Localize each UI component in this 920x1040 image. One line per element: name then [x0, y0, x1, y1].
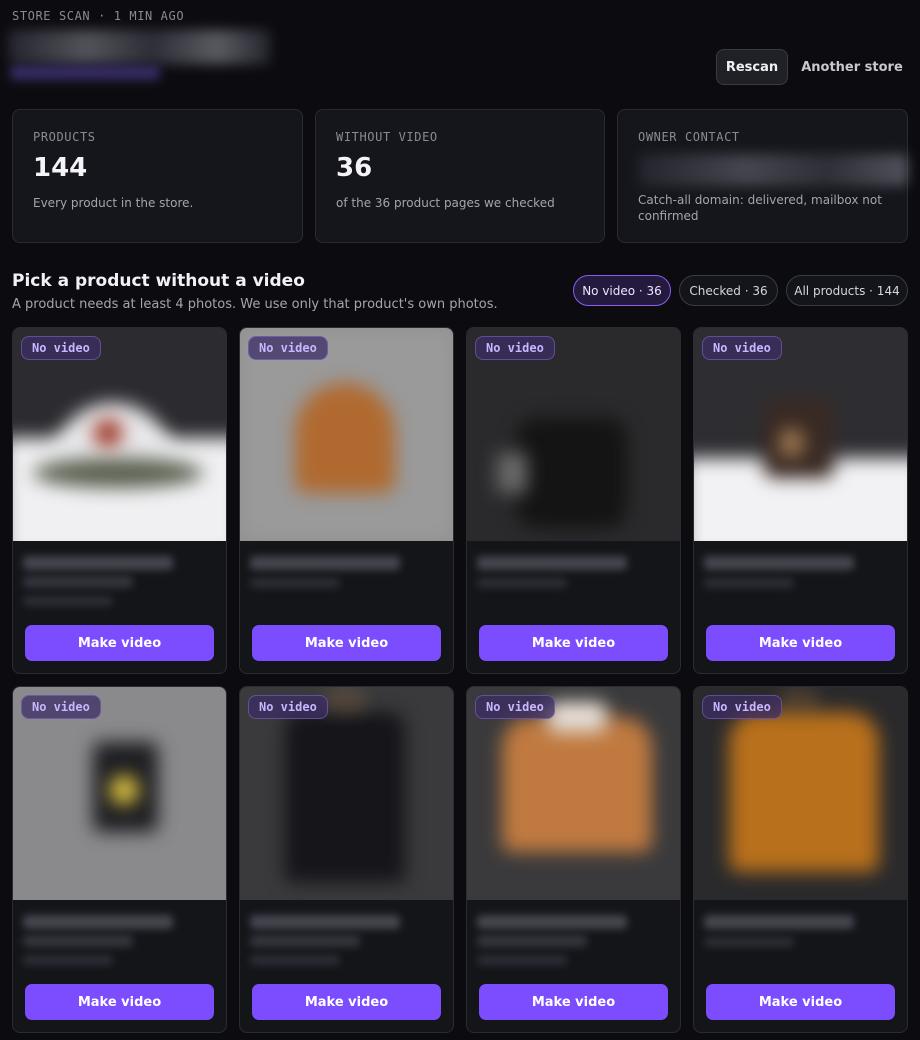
no-video-badge: No video — [248, 695, 328, 719]
no-video-badge: No video — [702, 695, 782, 719]
make-video-button[interactable]: Make video — [479, 984, 668, 1020]
make-video-button[interactable]: Make video — [252, 625, 441, 661]
stat-card-owner-contact: OWNER CONTACT Catch-all domain: delivere… — [617, 109, 908, 243]
no-video-badge: No video — [475, 695, 555, 719]
stat-label: PRODUCTS — [33, 130, 96, 144]
product-title-redacted — [250, 915, 400, 929]
product-price-redacted — [23, 955, 113, 965]
product-card: No video Make video — [239, 686, 454, 1033]
product-price-redacted — [704, 578, 794, 588]
product-title-redacted — [23, 576, 133, 588]
product-price-redacted — [23, 596, 113, 606]
stat-label: OWNER CONTACT — [638, 130, 740, 144]
stat-description: Catch-all domain: delivered, mailbox not… — [638, 193, 882, 223]
product-title-redacted — [23, 935, 133, 947]
product-title-redacted — [704, 915, 854, 929]
no-video-badge: No video — [702, 336, 782, 360]
stat-label: WITHOUT VIDEO — [336, 130, 438, 144]
scan-status: STORE SCAN · 1 MIN AGO — [12, 9, 185, 23]
product-title-redacted — [23, 556, 173, 570]
filter-checked[interactable]: Checked · 36 — [679, 275, 778, 306]
product-card: No video Make video — [466, 327, 681, 674]
another-store-button[interactable]: Another store — [798, 49, 906, 85]
no-video-badge: No video — [248, 336, 328, 360]
product-title-redacted — [477, 556, 627, 570]
make-video-button[interactable]: Make video — [706, 625, 895, 661]
make-video-button[interactable]: Make video — [706, 984, 895, 1020]
store-url-redacted[interactable] — [10, 66, 160, 80]
product-title-redacted — [250, 556, 400, 570]
product-price-redacted — [250, 578, 340, 588]
product-card: No video Make video — [239, 327, 454, 674]
section-subtitle: A product needs at least 4 photos. We us… — [12, 297, 498, 312]
stat-card-products: PRODUCTS 144 Every product in the store. — [12, 109, 303, 243]
stat-card-without-video: WITHOUT VIDEO 36 of the 36 product pages… — [315, 109, 605, 243]
stat-value: 36 — [336, 153, 373, 183]
filter-all-products[interactable]: All products · 144 — [786, 275, 908, 306]
product-card: No video Make video — [693, 327, 908, 674]
no-video-badge: No video — [475, 336, 555, 360]
store-name-redacted — [8, 30, 270, 64]
product-price-redacted — [477, 955, 567, 965]
make-video-button[interactable]: Make video — [479, 625, 668, 661]
section-title: Pick a product without a video — [12, 271, 305, 291]
make-video-button[interactable]: Make video — [25, 625, 214, 661]
product-price-redacted — [704, 937, 794, 947]
product-card: No video Make video — [12, 686, 227, 1033]
product-title-redacted — [23, 915, 173, 929]
no-video-badge: No video — [21, 695, 101, 719]
product-title-redacted — [250, 935, 360, 947]
product-card: No video Make video — [12, 327, 227, 674]
make-video-button[interactable]: Make video — [25, 984, 214, 1020]
filter-no-video[interactable]: No video · 36 — [573, 275, 671, 306]
stat-description: Every product in the store. — [33, 196, 194, 210]
product-card: No video Make video — [466, 686, 681, 1033]
product-title-redacted — [704, 556, 854, 570]
stat-description: of the 36 product pages we checked — [336, 196, 555, 210]
rescan-button[interactable]: Rescan — [716, 49, 788, 85]
owner-contact-redacted — [638, 154, 908, 186]
product-price-redacted — [250, 955, 340, 965]
product-title-redacted — [477, 935, 587, 947]
product-price-redacted — [477, 578, 567, 588]
stat-value: 144 — [33, 153, 88, 183]
product-title-redacted — [477, 915, 627, 929]
no-video-badge: No video — [21, 336, 101, 360]
make-video-button[interactable]: Make video — [252, 984, 441, 1020]
product-card: No video Make video — [693, 686, 908, 1033]
